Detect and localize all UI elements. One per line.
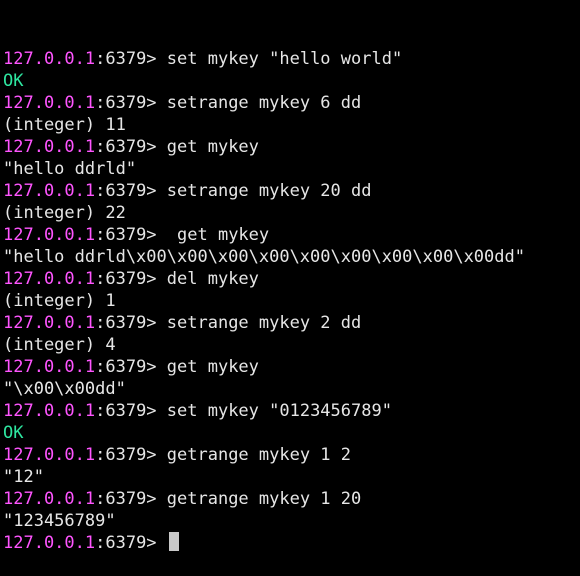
output-text: "hello ddrld" (3, 159, 137, 179)
command-text: getrange mykey 1 20 (166, 489, 362, 509)
prompt-port: :6379> (95, 445, 167, 465)
command-output: "hello ddrld" (3, 158, 580, 180)
ok-text: OK (3, 71, 24, 91)
prompt-host: 127.0.0.1 (3, 269, 96, 289)
text-cursor (168, 532, 179, 551)
command-text: getrange mykey 1 2 (166, 445, 352, 465)
command-text: get mykey (166, 357, 259, 377)
prompt-host: 127.0.0.1 (3, 357, 96, 377)
ok-response: OK (3, 70, 580, 92)
prompt-port: :6379> (95, 533, 167, 553)
command-line: 127.0.0.1:6379> set mykey "hello world" (3, 48, 580, 70)
ok-text: OK (3, 423, 24, 443)
command-line: 127.0.0.1:6379> del mykey (3, 268, 580, 290)
command-line: 127.0.0.1:6379> getrange mykey 1 2 (3, 444, 580, 466)
prompt-port: :6379> (95, 357, 167, 377)
command-line: 127.0.0.1:6379> get mykey (3, 224, 580, 246)
prompt-port: :6379> (95, 401, 167, 421)
output-text: (integer) 4 (3, 335, 116, 355)
command-output: (integer) 1 (3, 290, 580, 312)
prompt-port: :6379> (95, 313, 167, 333)
command-line: 127.0.0.1:6379> get mykey (3, 356, 580, 378)
command-input-line: 127.0.0.1:6379> (3, 532, 580, 554)
prompt-port: :6379> (95, 489, 167, 509)
output-text: "\x00\x00dd" (3, 379, 126, 399)
command-output: (integer) 4 (3, 334, 580, 356)
terminal-output: 127.0.0.1:6379> set mykey "hello world" O… (3, 48, 580, 554)
output-text: "12" (3, 467, 44, 487)
command-output: "12" (3, 466, 580, 488)
prompt-host: 127.0.0.1 (3, 533, 96, 553)
prompt-host: 127.0.0.1 (3, 313, 96, 333)
prompt-port: :6379> (95, 49, 167, 69)
output-text: "123456789" (3, 511, 116, 531)
output-text: (integer) 22 (3, 203, 126, 223)
command-output: "123456789" (3, 510, 580, 532)
command-text: get mykey (166, 225, 270, 245)
command-text: setrange mykey 2 dd (166, 313, 362, 333)
ok-response: OK (3, 422, 580, 444)
output-text: "hello ddrld\x00\x00\x00\x00\x00\x00\x00… (3, 247, 525, 267)
prompt-port: :6379> (95, 269, 167, 289)
command-text: setrange mykey 20 dd (166, 181, 372, 201)
command-text: set mykey "hello world" (166, 49, 403, 69)
command-output: "\x00\x00dd" (3, 378, 580, 400)
prompt-host: 127.0.0.1 (3, 401, 96, 421)
prompt-host: 127.0.0.1 (3, 181, 96, 201)
terminal-window[interactable]: 127.0.0.1:6379> set mykey "hello world" O… (0, 0, 580, 553)
output-text: (integer) 1 (3, 291, 116, 311)
command-line: 127.0.0.1:6379> getrange mykey 1 20 (3, 488, 580, 510)
command-output: (integer) 22 (3, 202, 580, 224)
command-line: 127.0.0.1:6379> setrange mykey 6 dd (3, 92, 580, 114)
prompt-host: 127.0.0.1 (3, 93, 96, 113)
prompt-host: 127.0.0.1 (3, 445, 96, 465)
command-output: "hello ddrld\x00\x00\x00\x00\x00\x00\x00… (3, 246, 580, 268)
command-output: (integer) 11 (3, 114, 580, 136)
prompt-port: :6379> (95, 225, 167, 245)
command-text: del mykey (166, 269, 259, 289)
prompt-port: :6379> (95, 93, 167, 113)
prompt-host: 127.0.0.1 (3, 137, 96, 157)
command-line: 127.0.0.1:6379> setrange mykey 2 dd (3, 312, 580, 334)
prompt-host: 127.0.0.1 (3, 489, 96, 509)
command-line: 127.0.0.1:6379> get mykey (3, 136, 580, 158)
command-line: 127.0.0.1:6379> setrange mykey 20 dd (3, 180, 580, 202)
prompt-host: 127.0.0.1 (3, 225, 96, 245)
prompt-port: :6379> (95, 181, 167, 201)
prompt-port: :6379> (95, 137, 167, 157)
command-text: setrange mykey 6 dd (166, 93, 362, 113)
prompt-host: 127.0.0.1 (3, 49, 96, 69)
command-line: 127.0.0.1:6379> set mykey "0123456789" (3, 400, 580, 422)
command-text: set mykey "0123456789" (166, 401, 392, 421)
output-text: (integer) 11 (3, 115, 126, 135)
command-text: get mykey (166, 137, 259, 157)
